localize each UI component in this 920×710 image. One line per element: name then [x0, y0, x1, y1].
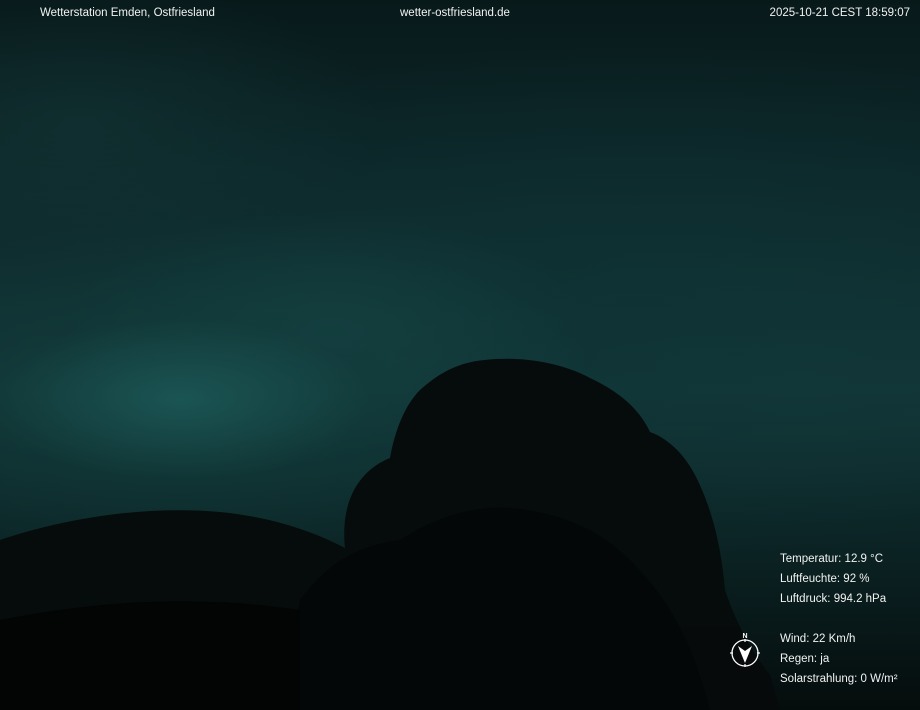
rain-reading: Regen: ja — [780, 653, 830, 665]
readings-spacer — [780, 609, 916, 629]
compass-north-label: N — [742, 633, 747, 640]
website-name: wetter-ostfriesland.de — [400, 7, 510, 19]
station-name: Wetterstation Emden, Ostfriesland — [40, 7, 215, 19]
wind-direction-compass-icon: N — [730, 633, 760, 667]
webcam-image: Wetterstation Emden, Ostfriesland wetter… — [0, 0, 920, 710]
temperature-reading: Temperatur: 12.9 °C — [780, 553, 884, 565]
solar-reading: Solarstrahlung: 0 W/m² — [780, 673, 898, 685]
humidity-reading: Luftfeuchte: 92 % — [780, 573, 870, 585]
pressure-reading: Luftdruck: 994.2 hPa — [780, 593, 887, 605]
weather-readings: Temperatur: 12.9 °C Luftfeuchte: 92 % Lu… — [780, 549, 916, 689]
timestamp: 2025-10-21 CEST 18:59:07 — [769, 7, 910, 19]
wind-reading: Wind: 22 Km/h — [780, 633, 856, 645]
